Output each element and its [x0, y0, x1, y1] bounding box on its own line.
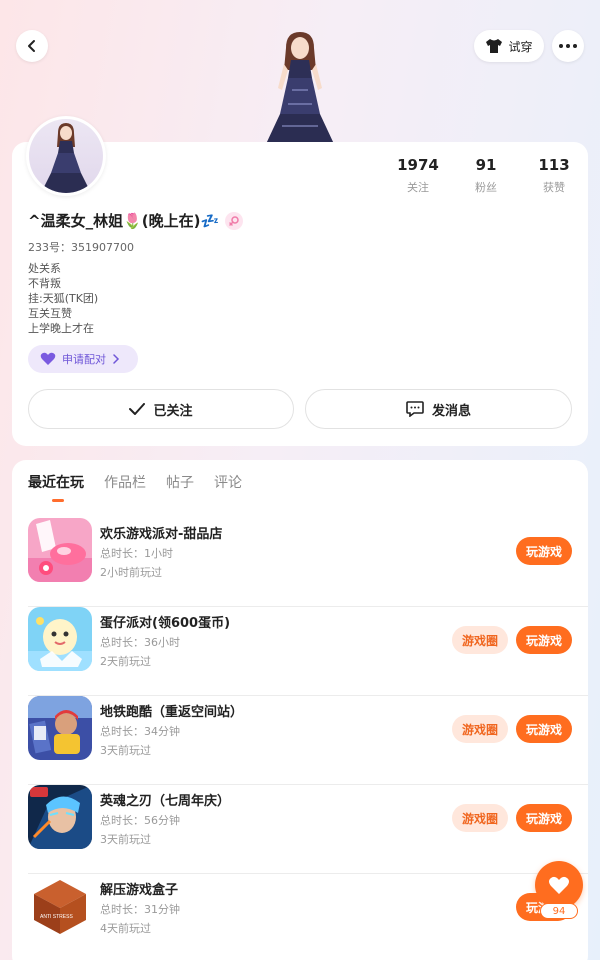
try-on-label: 试穿 [508, 39, 533, 54]
bio-line: 互关互赞 [28, 307, 72, 320]
list-item[interactable]: 蛋仔派对(领600蛋币) 总时长：36小时 2天前玩过 游戏圈 玩游戏 [28, 607, 588, 696]
subway-surfers-game-icon[interactable] [28, 696, 92, 760]
bio-line: 不背叛 [28, 277, 61, 290]
game-duration: 总时长：36小时 [100, 636, 180, 649]
stat-likes-value: 113 [538, 156, 570, 174]
checkmark-icon [129, 403, 146, 415]
list-item[interactable]: 英魂之刃（七周年庆） 总时长：56分钟 3天前玩过 游戏圈 玩游戏 [28, 785, 588, 874]
anti-stress-game-icon[interactable]: ANTI STRESS [28, 874, 92, 938]
stat-likes-label: 获赞 [543, 181, 565, 194]
tab-comments[interactable]: 评论 [214, 472, 242, 492]
chevron-right-icon [113, 354, 120, 364]
tshirt-icon [486, 39, 503, 53]
game-circle-button[interactable]: 游戏圈 [452, 626, 508, 654]
bio-line: 上学晚上才在 [28, 322, 94, 335]
game-last-played: 3天前玩过 [100, 744, 151, 757]
game-duration: 总时长：31分钟 [100, 903, 180, 916]
more-button[interactable] [552, 30, 584, 62]
game-title[interactable]: 欢乐游戏派对-甜品店 [100, 523, 222, 542]
game-duration: 总时长：34分钟 [100, 725, 180, 738]
character-avatar-figure [266, 32, 334, 144]
profile-tabs: 最近在玩 作品栏 帖子 评论 [28, 472, 242, 492]
chevron-left-icon [28, 40, 35, 52]
female-icon [225, 211, 244, 230]
stat-fans[interactable]: 91 粉丝 [452, 156, 520, 195]
profile-stats: 1974 关注 91 粉丝 113 获赞 [384, 156, 588, 195]
game-duration: 总时长：1小时 [100, 547, 173, 560]
game-title[interactable]: 地铁跑酷（重返空间站） [100, 701, 243, 720]
back-button[interactable] [16, 30, 48, 62]
heart-icon [549, 876, 569, 894]
recent-games-card: 最近在玩 作品栏 帖子 评论 欢乐游戏派对-甜品店 总时长：1小时 2小时前玩过… [12, 460, 588, 960]
list-item[interactable]: 欢乐游戏派对-甜品店 总时长：1小时 2小时前玩过 玩游戏 [28, 518, 588, 607]
apply-pair-label: 申请配对 [62, 353, 106, 366]
send-message-button[interactable]: 发消息 [305, 389, 572, 429]
stat-following[interactable]: 1974 关注 [384, 156, 452, 195]
game-circle-button[interactable]: 游戏圈 [452, 804, 508, 832]
followed-label: 已关注 [153, 403, 193, 419]
anti-stress-logo-text: ANTI STRESS [40, 914, 73, 920]
tab-posts[interactable]: 帖子 [166, 472, 194, 492]
game-title[interactable]: 英魂之刃（七周年庆） [100, 790, 230, 809]
game-circle-button[interactable]: 游戏圈 [452, 715, 508, 743]
avatar[interactable] [26, 116, 106, 196]
tab-recently-played[interactable]: 最近在玩 [28, 472, 84, 492]
egg-party-game-icon[interactable] [28, 607, 92, 671]
bio-line: 处关系 [28, 262, 61, 275]
play-game-button[interactable]: 玩游戏 [516, 626, 572, 654]
game-last-played: 3天前玩过 [100, 833, 151, 846]
nickname: ^温柔女_林姐🌷(晚上在)💤 [28, 212, 220, 230]
stat-fans-label: 粉丝 [475, 181, 497, 194]
stat-following-label: 关注 [407, 181, 429, 194]
game-last-played: 2天前玩过 [100, 655, 151, 668]
stat-fans-value: 91 [475, 156, 497, 174]
candy-shop-game-icon[interactable] [28, 518, 92, 582]
more-dots-icon [559, 44, 577, 48]
avatar-image [41, 123, 91, 193]
game-title[interactable]: 蛋仔派对(领600蛋币) [100, 612, 230, 631]
game-duration: 总时长：56分钟 [100, 814, 180, 827]
active-tab-indicator [52, 499, 64, 502]
stat-likes[interactable]: 113 获赞 [520, 156, 588, 195]
bio-line: 挂:天狐(TK团) [28, 292, 99, 305]
play-game-button[interactable]: 玩游戏 [516, 804, 572, 832]
game-title[interactable]: 解压游戏盒子 [100, 879, 178, 898]
play-game-button[interactable]: 玩游戏 [516, 715, 572, 743]
game-last-played: 4天前玩过 [100, 922, 151, 935]
send-message-label: 发消息 [431, 403, 471, 419]
play-game-button[interactable]: 玩游戏 [516, 537, 572, 565]
game-last-played: 2小时前玩过 [100, 566, 162, 579]
bio: 处关系 不背叛 挂:天狐(TK团) 互关互赞 上学晚上才在 [28, 261, 98, 336]
try-on-button[interactable]: 试穿 [474, 30, 544, 62]
nickname-row: ^温柔女_林姐🌷(晚上在)💤 [28, 210, 244, 231]
like-count-badge: 94 [540, 903, 578, 919]
tab-works[interactable]: 作品栏 [104, 472, 146, 492]
like-button[interactable] [535, 861, 583, 909]
apply-pair-button[interactable]: 申请配对 [28, 345, 138, 373]
list-item[interactable]: ANTI STRESS 解压游戏盒子 总时长：31分钟 4天前玩过 玩游戏 [28, 874, 588, 960]
followed-button[interactable]: 已关注 [28, 389, 294, 429]
list-item[interactable]: 地铁跑酷（重返空间站） 总时长：34分钟 3天前玩过 游戏圈 玩游戏 [28, 696, 588, 785]
user-id: 233号：351907700 [28, 241, 134, 254]
chat-bubble-icon [406, 401, 424, 417]
hero-blade-game-icon[interactable] [28, 785, 92, 849]
stat-following-value: 1974 [397, 156, 439, 174]
heart-pair-icon [40, 352, 56, 365]
